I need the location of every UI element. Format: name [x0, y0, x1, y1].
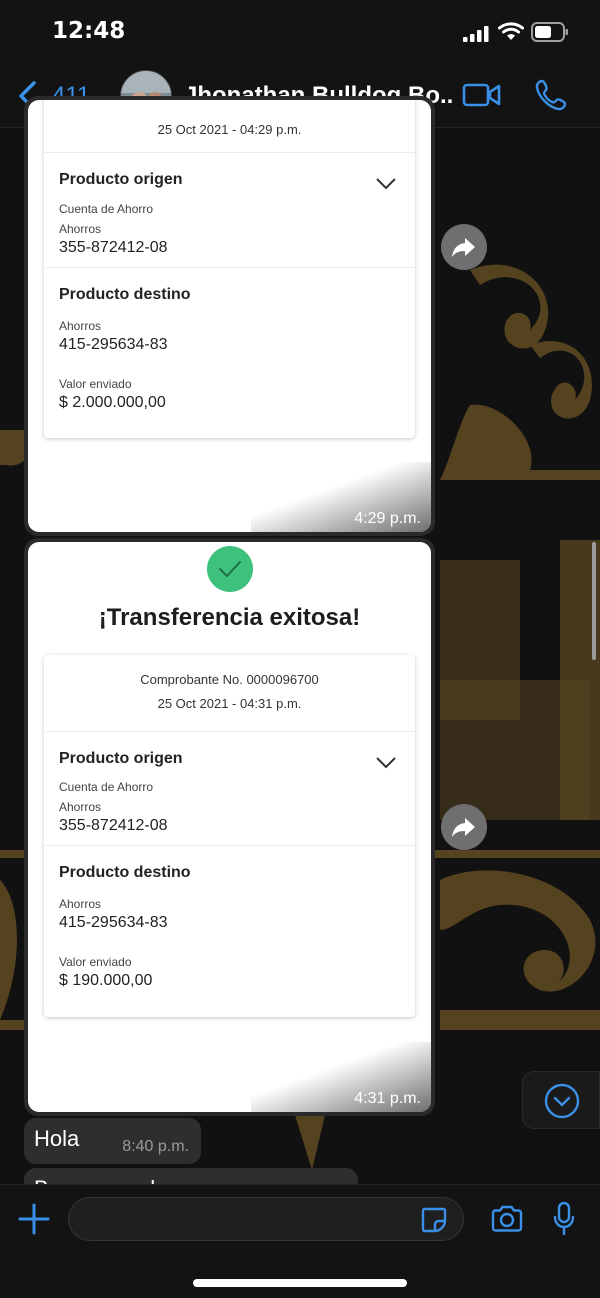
receipt-image: ¡Transferencia exitosa! Comprobante No. … — [28, 542, 431, 1112]
image-message-receipt-1[interactable]: 25 Oct 2021 - 04:29 p.m. Producto origen… — [24, 96, 435, 536]
origin-account-type: Cuenta de Ahorro — [59, 202, 154, 216]
microphone-icon[interactable] — [552, 1201, 576, 1237]
origin-title: Producto origen — [59, 750, 183, 767]
home-indicator[interactable] — [193, 1279, 407, 1287]
amount-value: $ 2.000.000,00 — [59, 394, 166, 411]
sticker-icon[interactable] — [420, 1206, 448, 1234]
forward-arrow-icon — [452, 818, 475, 837]
origin-account-subtype: Ahorros — [59, 800, 102, 814]
scroll-to-bottom-button[interactable] — [522, 1071, 600, 1129]
destination-title: Producto destino — [59, 864, 191, 881]
origin-account-subtype: Ahorros — [59, 222, 102, 236]
chat-screen: 12:48 411 — [0, 0, 600, 1298]
battery-icon — [531, 22, 568, 42]
cellular-signal-icon — [463, 26, 489, 42]
success-title: ¡Transferencia exitosa! — [98, 604, 361, 631]
destination-account-number: 415-295634-83 — [59, 336, 168, 353]
receipt-card: 25 Oct 2021 - 04:29 p.m. Producto origen… — [44, 100, 415, 438]
camera-icon[interactable] — [490, 1205, 524, 1233]
forward-arrow-icon — [452, 238, 475, 257]
receipt-header-section: Comprobante No. 0000096700 25 Oct 2021 -… — [44, 655, 415, 731]
receipt-date: 25 Oct 2021 - 04:31 p.m. — [157, 696, 302, 711]
chevron-down-icon — [376, 178, 396, 190]
destination-account-number: 415-295634-83 — [59, 914, 168, 931]
origin-account-number: 355-872412-08 — [59, 817, 168, 834]
wifi-icon — [498, 22, 524, 40]
success-check-icon — [207, 546, 253, 592]
receipt-number: Comprobante No. 0000096700 — [140, 672, 319, 687]
message-text: Hola — [34, 1126, 80, 1151]
destination-title: Producto destino — [59, 286, 191, 303]
forward-button[interactable] — [441, 224, 487, 270]
message-time: 8:40 p.m. — [122, 1138, 189, 1155]
text-message-bubble[interactable]: Hola 8:40 p.m. — [24, 1118, 201, 1164]
forward-button[interactable] — [441, 804, 487, 850]
chevron-down-circle-icon — [544, 1083, 580, 1119]
receipt-date: 25 Oct 2021 - 04:29 p.m. — [157, 122, 302, 137]
image-message-receipt-2[interactable]: ¡Transferencia exitosa! Comprobante No. … — [24, 538, 435, 1116]
status-time: 12:48 — [52, 18, 126, 44]
scrollbar[interactable] — [592, 542, 596, 660]
receipt-card: Comprobante No. 0000096700 25 Oct 2021 -… — [44, 655, 415, 1017]
receipt-image: 25 Oct 2021 - 04:29 p.m. Producto origen… — [28, 100, 431, 532]
origin-section: Producto origen Cuenta de Ahorro Ahorros… — [44, 731, 415, 845]
message-input[interactable] — [68, 1197, 464, 1241]
destination-section: Producto destino Ahorros 415-295634-83 V… — [44, 845, 415, 1017]
message-input-bar — [0, 1184, 600, 1298]
amount-label: Valor enviado — [59, 377, 132, 391]
origin-title: Producto origen — [59, 171, 183, 188]
message-time: 4:29 p.m. — [354, 510, 421, 527]
destination-account-subtype: Ahorros — [59, 897, 102, 911]
amount-label: Valor enviado — [59, 955, 132, 969]
message-time: 4:31 p.m. — [354, 1090, 421, 1107]
receipt-date-section: 25 Oct 2021 - 04:29 p.m. — [44, 100, 415, 152]
status-bar: 12:48 — [0, 0, 600, 66]
phone-call-icon[interactable] — [534, 78, 568, 112]
chevron-down-icon — [376, 757, 396, 769]
origin-account-number: 355-872412-08 — [59, 239, 168, 256]
origin-account-type: Cuenta de Ahorro — [59, 780, 154, 794]
video-call-icon[interactable] — [462, 80, 502, 110]
amount-value: $ 190.000,00 — [59, 972, 153, 989]
destination-account-subtype: Ahorros — [59, 319, 102, 333]
plus-icon[interactable] — [18, 1203, 50, 1235]
origin-section: Producto origen Cuenta de Ahorro Ahorros… — [44, 152, 415, 267]
destination-section: Producto destino Ahorros 415-295634-83 V… — [44, 267, 415, 438]
